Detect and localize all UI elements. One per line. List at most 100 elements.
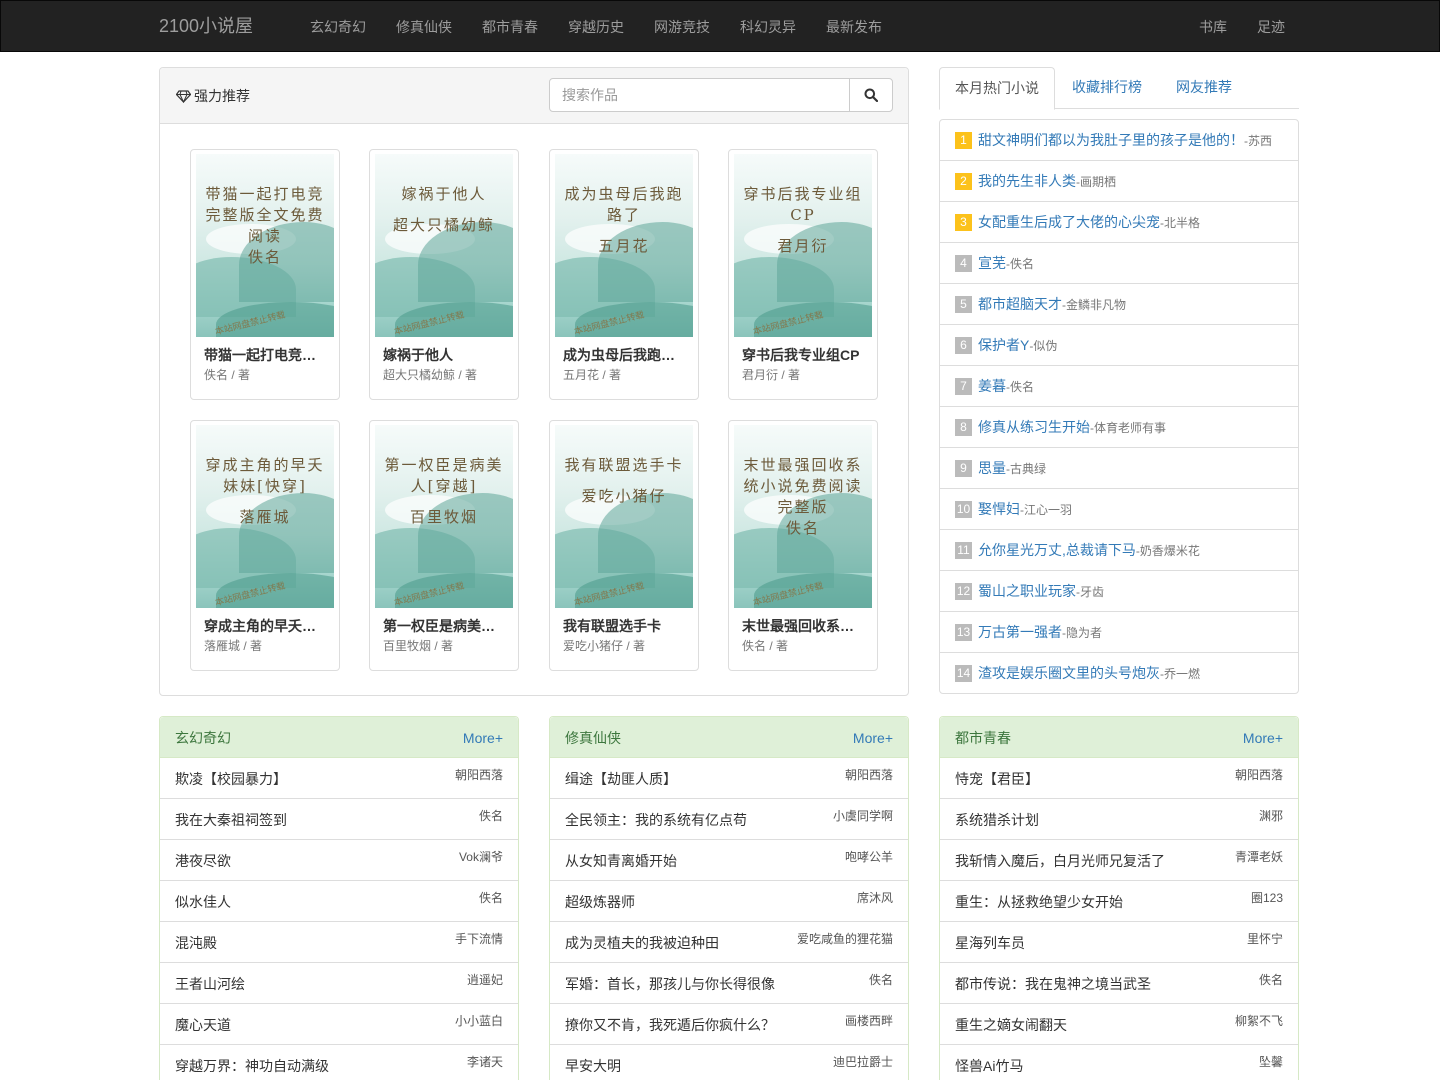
nav-item-chuanyue[interactable]: 穿越历史 — [568, 17, 624, 37]
novel-title[interactable]: 都市传说：我在鬼神之境当武圣 — [955, 975, 1151, 994]
book-card[interactable]: 成为虫母后我跑 路了 五月花 本站网盘禁止转载 成为虫母后我跑路了 五月花 / 著 — [549, 149, 699, 400]
book-title[interactable]: 带猫一起打电竞完整版全文免费阅读 — [204, 345, 326, 365]
novel-title[interactable]: 穿越万界：神功自动满级 — [175, 1057, 329, 1076]
list-item[interactable]: 重生：从拯救绝望少女开始 圈123 — [940, 881, 1298, 922]
hot-novel-title[interactable]: 蜀山之职业玩家 — [978, 583, 1076, 599]
hot-novel-title[interactable]: 修真从练习生开始 — [978, 419, 1090, 435]
book-cover[interactable]: 我有联盟选手卡 爱吃小猪仔 本站网盘禁止转载 — [555, 425, 693, 608]
hot-novel-title[interactable]: 我的先生非人类 — [978, 173, 1076, 189]
book-cover[interactable]: 嫁祸于他人 超大只橘幼鲸 本站网盘禁止转载 — [375, 154, 513, 337]
category-more-link[interactable]: More+ — [853, 728, 893, 748]
nav-item-xiuzhen[interactable]: 修真仙侠 — [396, 17, 452, 37]
search-input[interactable] — [549, 78, 850, 112]
hot-list-item[interactable]: 10 娶悍妇-江心一羽 — [940, 489, 1298, 530]
list-item[interactable]: 军婚：首长，那孩儿与你长得很像 佚名 — [550, 963, 908, 1004]
novel-title[interactable]: 港夜尽欲 — [175, 852, 231, 871]
hot-list-item[interactable]: 6 保护者Y-似伪 — [940, 325, 1298, 366]
hot-list-item[interactable]: 7 姜暮-佚名 — [940, 366, 1298, 407]
hot-novel-title[interactable]: 都市超脑天才 — [978, 296, 1062, 312]
hot-novel-title[interactable]: 保护者Y — [978, 337, 1029, 353]
tab-reader-recommend[interactable]: 网友推荐 — [1161, 67, 1247, 109]
book-title[interactable]: 末世最强回收系统小说免费阅读完整版 — [742, 616, 864, 636]
book-title[interactable]: 成为虫母后我跑路了 — [563, 345, 685, 365]
novel-title[interactable]: 成为灵植夫的我被迫种田 — [565, 934, 719, 953]
list-item[interactable]: 早安大明 迪巴拉爵士 — [550, 1045, 908, 1080]
hot-novel-title[interactable]: 思量 — [978, 460, 1006, 476]
book-title[interactable]: 嫁祸于他人 — [383, 345, 505, 365]
list-item[interactable]: 都市传说：我在鬼神之境当武圣 佚名 — [940, 963, 1298, 1004]
hot-list-item[interactable]: 11 允你星光万丈,总裁请下马-奶香爆米花 — [940, 530, 1298, 571]
hot-novel-title[interactable]: 万古第一强者 — [978, 624, 1062, 640]
nav-item-xuanhuan[interactable]: 玄幻奇幻 — [310, 17, 366, 37]
list-item[interactable]: 从女知青离婚开始 咆哮公羊 — [550, 840, 908, 881]
book-card[interactable]: 嫁祸于他人 超大只橘幼鲸 本站网盘禁止转载 嫁祸于他人 超大只橘幼鲸 / 著 — [369, 149, 519, 400]
book-card[interactable]: 穿书后我专业组 CP 君月衍 本站网盘禁止转载 穿书后我专业组CP 君月衍 / 著 — [728, 149, 878, 400]
nav-item-history[interactable]: 足迹 — [1257, 17, 1285, 37]
list-item[interactable]: 王者山河绘 逍遥妃 — [160, 963, 518, 1004]
list-item[interactable]: 港夜尽欲 Vok澜爷 — [160, 840, 518, 881]
novel-title[interactable]: 混沌殿 — [175, 934, 217, 953]
search-button[interactable] — [849, 78, 893, 112]
book-title[interactable]: 第一权臣是病美人[穿越] — [383, 616, 505, 636]
nav-item-wangyou[interactable]: 网游竞技 — [654, 17, 710, 37]
novel-title[interactable]: 撩你又不肯，我死遁后你疯什么？ — [565, 1016, 775, 1035]
novel-title[interactable]: 军婚：首长，那孩儿与你长得很像 — [565, 975, 775, 994]
novel-title[interactable]: 怪兽Ai竹马 — [955, 1057, 1023, 1076]
list-item[interactable]: 混沌殿 手下流情 — [160, 922, 518, 963]
novel-title[interactable]: 早安大明 — [565, 1057, 621, 1076]
nav-item-kehuan[interactable]: 科幻灵异 — [740, 17, 796, 37]
list-item[interactable]: 穿越万界：神功自动满级 李诸天 — [160, 1045, 518, 1080]
novel-title[interactable]: 超级炼器师 — [565, 893, 635, 912]
list-item[interactable]: 魔心天道 小小蓝白 — [160, 1004, 518, 1045]
hot-list-item[interactable]: 1 甜文神明们都以为我肚子里的孩子是他的！-苏西 — [940, 120, 1298, 161]
tab-favorites-ranking[interactable]: 收藏排行榜 — [1057, 67, 1157, 109]
book-cover[interactable]: 末世最强回收系 统小说免费阅读 完整版 佚名 本站网盘禁止转载 — [734, 425, 872, 608]
nav-item-dushi[interactable]: 都市青春 — [482, 17, 538, 37]
hot-list-item[interactable]: 9 思量-古典绿 — [940, 448, 1298, 489]
book-cover[interactable]: 带猫一起打电竞 完整版全文免费 阅读 佚名 本站网盘禁止转载 — [196, 154, 334, 337]
list-item[interactable]: 系统猎杀计划 渊邪 — [940, 799, 1298, 840]
book-card[interactable]: 带猫一起打电竞完整版全文免费阅读佚名本站网盘禁止转载带猫一起打电竞完整版全文免费… — [190, 149, 340, 400]
hot-novel-title[interactable]: 宣芜 — [978, 255, 1006, 271]
list-item[interactable]: 成为灵植夫的我被迫种田 爱吃咸鱼的狸花猫 — [550, 922, 908, 963]
book-card[interactable]: 末世最强回收系统小说免费阅读完整版佚名本站网盘禁止转载末世最强回收系统小说免费阅… — [728, 420, 878, 671]
site-brand[interactable]: 2100小说屋 — [159, 15, 253, 37]
book-cover[interactable]: 第一权臣是病美 人[穿越] 百里牧烟 本站网盘禁止转载 — [375, 425, 513, 608]
hot-list-item[interactable]: 14 渣攻是娱乐圈文里的头号炮灰-乔一燃 — [940, 653, 1298, 694]
hot-novel-title[interactable]: 甜文神明们都以为我肚子里的孩子是他的！ — [978, 132, 1244, 148]
book-cover[interactable]: 穿成主角的早夭 妹妹[快穿] 落雁城 本站网盘禁止转载 — [196, 425, 334, 608]
novel-title[interactable]: 恃宠【君臣】 — [955, 770, 1039, 789]
book-cover[interactable]: 穿书后我专业组 CP 君月衍 本站网盘禁止转载 — [734, 154, 872, 337]
hot-novel-title[interactable]: 允你星光万丈,总裁请下马 — [978, 542, 1136, 558]
novel-title[interactable]: 从女知青离婚开始 — [565, 852, 677, 871]
category-more-link[interactable]: More+ — [1243, 728, 1283, 748]
book-title[interactable]: 穿书后我专业组CP — [742, 345, 864, 365]
nav-item-library[interactable]: 书库 — [1199, 17, 1227, 37]
hot-list-item[interactable]: 3 女配重生后成了大佬的心尖宠-北半格 — [940, 202, 1298, 243]
nav-item-latest[interactable]: 最新发布 — [826, 17, 882, 37]
book-card[interactable]: 第一权臣是病美人[穿越]百里牧烟本站网盘禁止转载第一权臣是病美人[穿越]百里牧烟… — [369, 420, 519, 671]
novel-title[interactable]: 重生之嫡女闹翻天 — [955, 1016, 1067, 1035]
list-item[interactable]: 我斩情入魔后，白月光师兄复活了 青潭老妖 — [940, 840, 1298, 881]
hot-novel-title[interactable]: 娶悍妇 — [978, 501, 1020, 517]
hot-list-item[interactable]: 2 我的先生非人类-画期栖 — [940, 161, 1298, 202]
hot-list-item[interactable]: 5 都市超脑天才-金鳞非凡物 — [940, 284, 1298, 325]
hot-novel-title[interactable]: 女配重生后成了大佬的心尖宠 — [978, 214, 1160, 230]
list-item[interactable]: 全民领主：我的系统有亿点苟 小虞同学啊 — [550, 799, 908, 840]
list-item[interactable]: 星海列车员 里怀宁 — [940, 922, 1298, 963]
list-item[interactable]: 恃宠【君臣】 朝阳西落 — [940, 758, 1298, 799]
book-title[interactable]: 我有联盟选手卡 — [563, 616, 685, 636]
list-item[interactable]: 缉途【劫匪人质】 朝阳西落 — [550, 758, 908, 799]
novel-title[interactable]: 缉途【劫匪人质】 — [565, 770, 677, 789]
novel-title[interactable]: 重生：从拯救绝望少女开始 — [955, 893, 1123, 912]
novel-title[interactable]: 魔心天道 — [175, 1016, 231, 1035]
list-item[interactable]: 似水佳人 佚名 — [160, 881, 518, 922]
list-item[interactable]: 超级炼器师 席沐风 — [550, 881, 908, 922]
hot-list-item[interactable]: 12 蜀山之职业玩家-牙齿 — [940, 571, 1298, 612]
list-item[interactable]: 撩你又不肯，我死遁后你疯什么？ 画楼西畔 — [550, 1004, 908, 1045]
novel-title[interactable]: 王者山河绘 — [175, 975, 245, 994]
list-item[interactable]: 重生之嫡女闹翻天 柳絮不飞 — [940, 1004, 1298, 1045]
hot-novel-title[interactable]: 姜暮 — [978, 378, 1006, 394]
list-item[interactable]: 我在大秦祖祠签到 佚名 — [160, 799, 518, 840]
novel-title[interactable]: 我在大秦祖祠签到 — [175, 811, 287, 830]
